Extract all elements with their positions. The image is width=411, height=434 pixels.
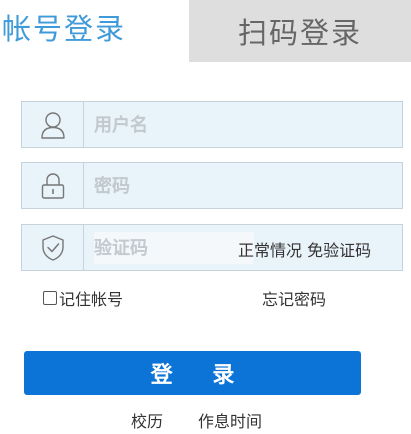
calendar-link[interactable]: 校历 bbox=[131, 408, 163, 432]
user-icon bbox=[22, 102, 84, 147]
forgot-password-link[interactable]: 忘记密码 bbox=[262, 286, 326, 310]
tab-qr-login-label: 扫码登录 bbox=[237, 16, 362, 50]
login-panel: 帐号登录 扫码登录 用户名 验证码 正常情况 免验证码 记住帐号 忘记密码 登 … bbox=[0, 0, 411, 434]
captcha-field: 正常情况 免验证码 bbox=[21, 224, 403, 271]
captcha-input[interactable] bbox=[94, 233, 244, 263]
password-field bbox=[21, 162, 403, 209]
login-button-label: 登 录 bbox=[150, 363, 251, 388]
lock-icon bbox=[22, 163, 84, 208]
password-input[interactable] bbox=[94, 171, 384, 201]
username-input[interactable] bbox=[94, 110, 384, 140]
login-tabs: 帐号登录 扫码登录 bbox=[0, 0, 411, 62]
tab-qr-login[interactable]: 扫码登录 bbox=[189, 0, 411, 62]
login-button[interactable]: 登 录 bbox=[24, 351, 361, 395]
captcha-input-wrap bbox=[94, 232, 254, 264]
remember-checkbox[interactable] bbox=[43, 291, 57, 305]
remember-account[interactable]: 记住帐号 bbox=[43, 286, 123, 310]
tab-account-login[interactable]: 帐号登录 bbox=[0, 0, 188, 54]
username-field bbox=[21, 101, 403, 148]
remember-label: 记住帐号 bbox=[59, 290, 124, 309]
captcha-hint[interactable]: 正常情况 免验证码 bbox=[238, 237, 371, 261]
schedule-link[interactable]: 作息时间 bbox=[198, 408, 262, 432]
tab-account-login-label: 帐号登录 bbox=[2, 12, 127, 46]
shield-check-icon bbox=[22, 225, 84, 270]
